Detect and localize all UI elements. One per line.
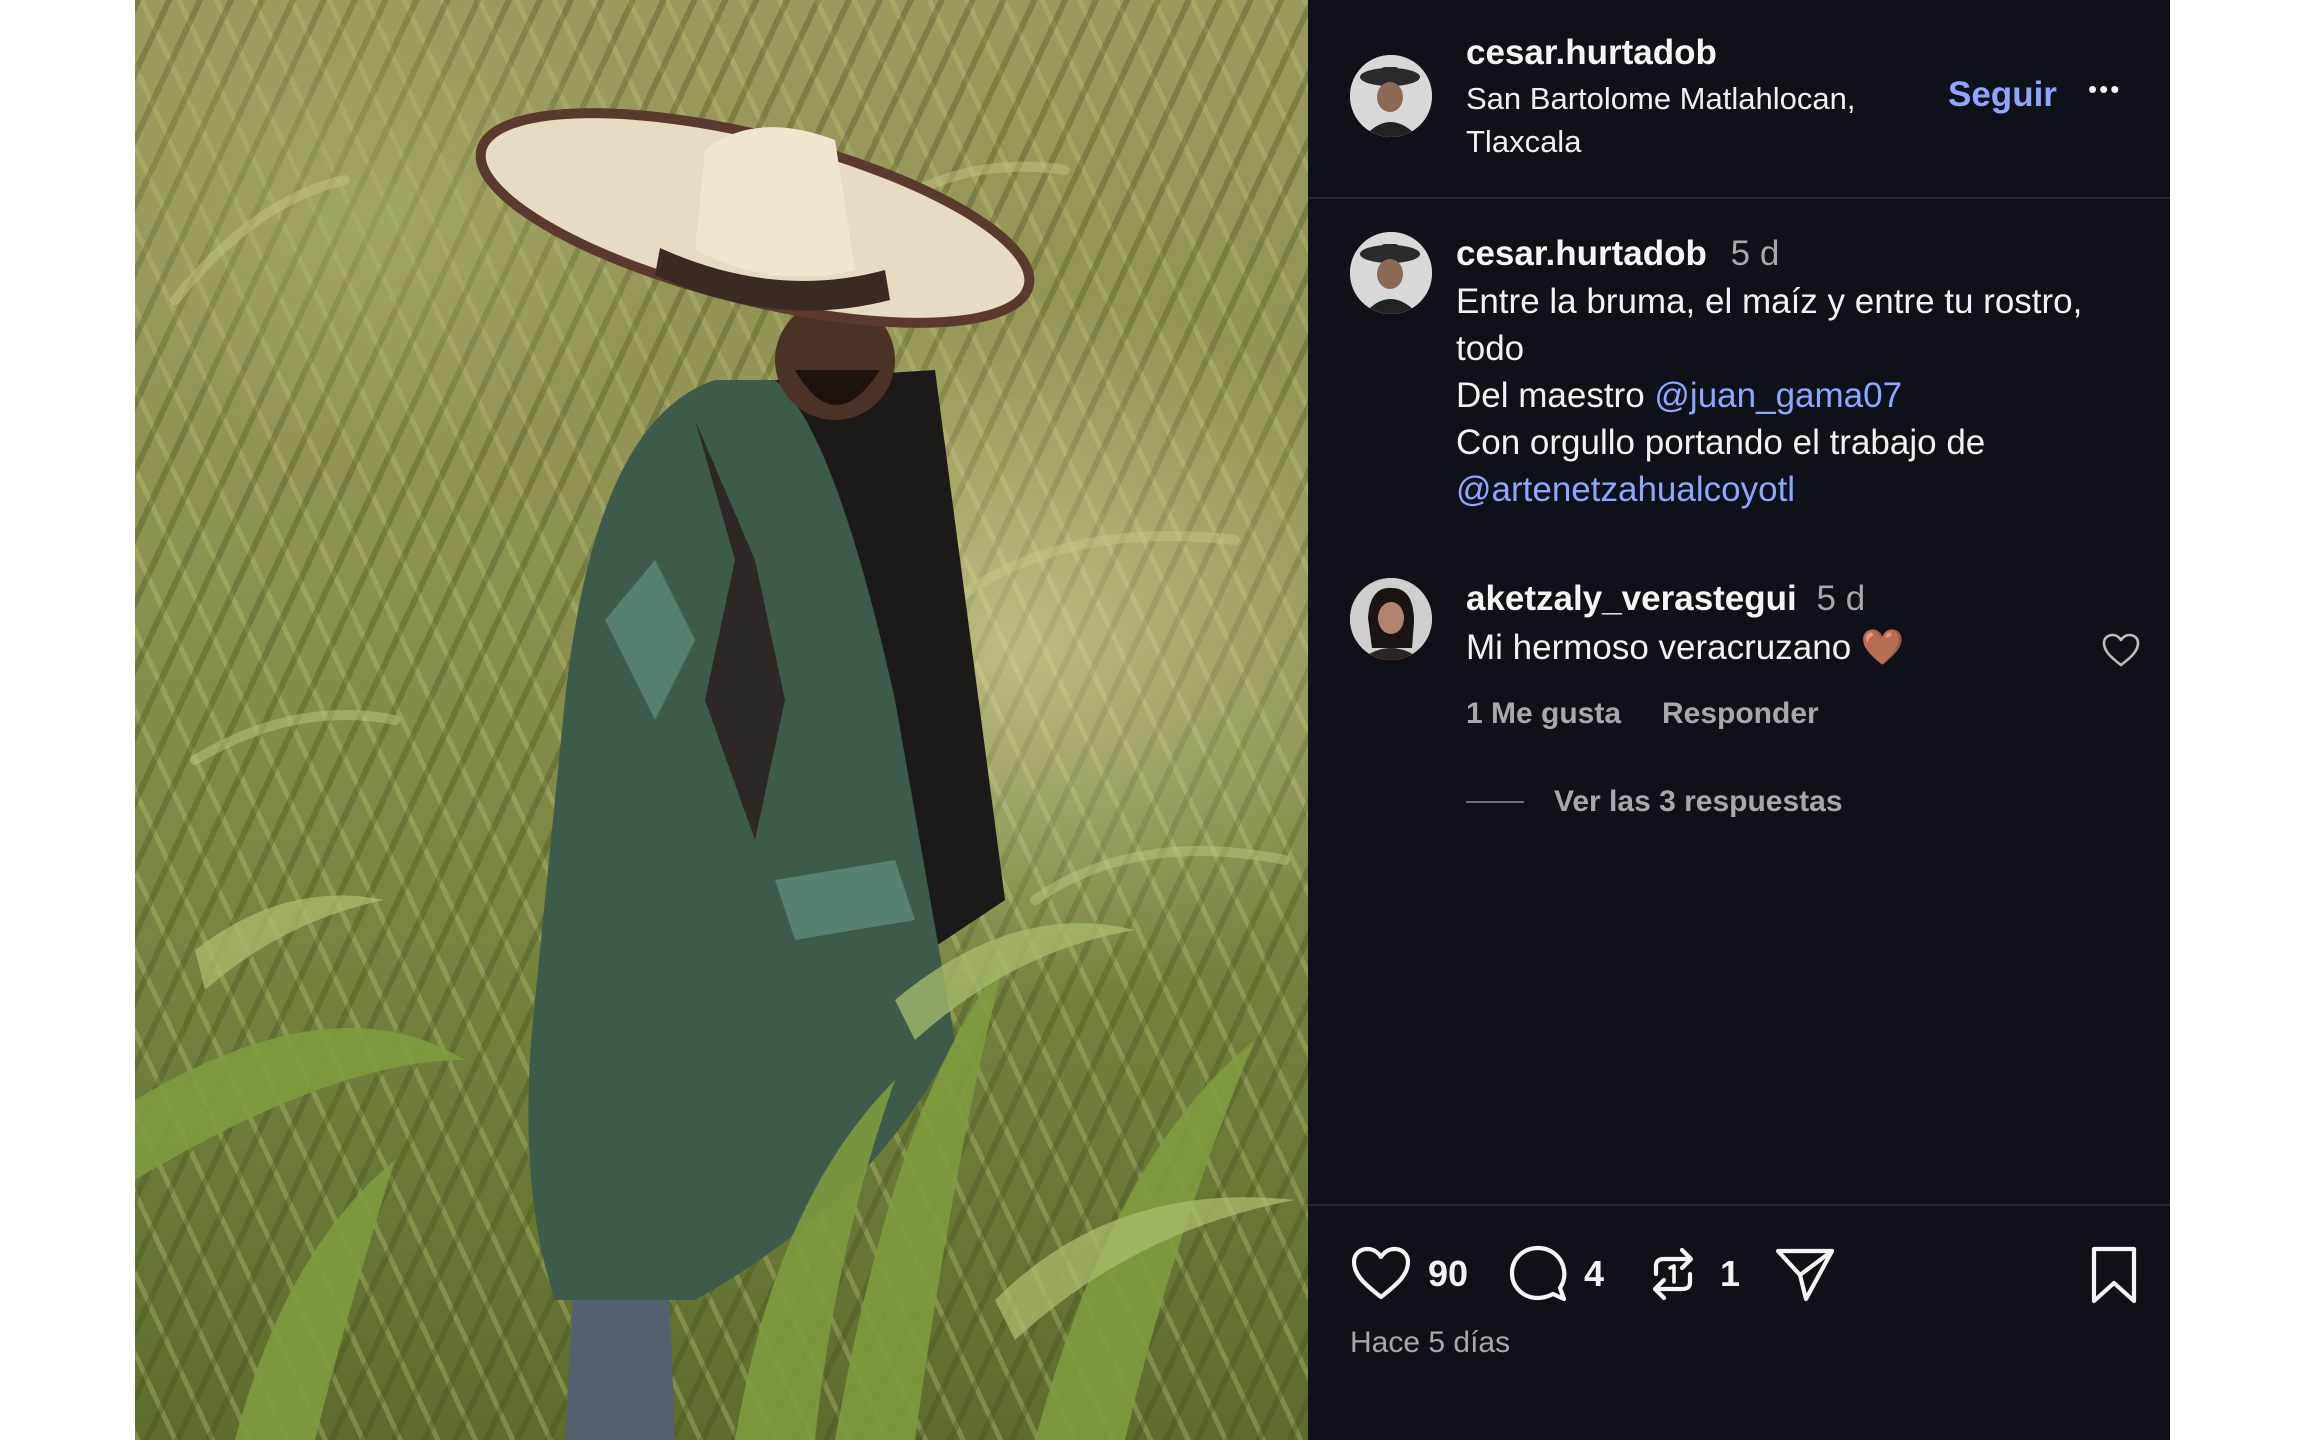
author-avatar-image <box>1350 55 1432 137</box>
comment-bubble-icon <box>1509 1245 1567 1302</box>
photo-illustration <box>135 108 1295 1440</box>
caption-line2: todo <box>1456 329 1525 368</box>
bookmark-icon <box>2091 1246 2137 1304</box>
comment-text: Mi hermoso veracruzano <box>1466 628 1852 667</box>
caption-avatar-image <box>1350 232 1432 314</box>
comment-header: aketzaly_verastegui 5 d <box>1466 579 1865 619</box>
reposts-count: 1 <box>1720 1253 1741 1294</box>
replies-divider-line <box>1466 801 1524 803</box>
author-username[interactable]: cesar.hurtadob <box>1466 33 1717 73</box>
actions-divider <box>1308 1204 2170 1206</box>
brown-heart-emoji: 🤎 <box>1860 628 1905 667</box>
follow-button[interactable]: Seguir <box>1948 75 2057 115</box>
like-button[interactable] <box>1350 1245 1412 1306</box>
more-options-button[interactable]: ••• <box>2088 74 2121 105</box>
send-icon <box>1775 1248 1835 1302</box>
commenter-avatar[interactable] <box>1350 578 1432 660</box>
heart-icon <box>1351 1246 1411 1300</box>
heart-outline-icon <box>2102 633 2140 667</box>
comment-likes-count[interactable]: 1 Me gusta <box>1466 697 1621 731</box>
share-button[interactable] <box>1774 1245 1836 1308</box>
caption-line3: Del maestro @juan_gama07 <box>1456 376 1902 416</box>
post-location-line1[interactable]: San Bartolome Matlahlocan, <box>1466 81 1855 117</box>
author-avatar[interactable] <box>1350 55 1432 137</box>
reply-button[interactable]: Responder <box>1662 697 1819 731</box>
commenter-avatar-image <box>1350 578 1432 660</box>
likes-count: 90 <box>1428 1253 1469 1294</box>
commenter-username[interactable]: aketzaly_verastegui <box>1466 579 1797 618</box>
header-divider <box>1308 197 2170 199</box>
mention-link-juan-gama07[interactable]: @juan_gama07 <box>1654 376 1902 415</box>
repost-icon <box>1652 1247 1694 1301</box>
comment-like-button[interactable] <box>2101 632 2141 673</box>
caption-line4: Con orgullo portando el trabajo de <box>1456 423 1986 462</box>
caption-line3-text: Del maestro <box>1456 376 1655 415</box>
caption-age: 5 d <box>1730 234 1780 273</box>
post-location-line2[interactable]: Tlaxcala <box>1466 124 1581 160</box>
comment-text-line: Mi hermoso veracruzano 🤎 <box>1466 627 1904 668</box>
comments-count: 4 <box>1584 1253 1605 1294</box>
caption-header: cesar.hurtadob 5 d <box>1456 234 1779 274</box>
mention-link-artenetzahualcoyotl[interactable]: @artenetzahualcoyotl <box>1456 470 1795 510</box>
caption-username[interactable]: cesar.hurtadob <box>1456 234 1707 273</box>
caption-line1: Entre la bruma, el maíz y entre tu rostr… <box>1456 282 2083 321</box>
post-photo <box>135 0 1308 1440</box>
save-button[interactable] <box>2088 1245 2140 1310</box>
comment-button[interactable] <box>1508 1244 1568 1309</box>
comment-age: 5 d <box>1816 579 1866 618</box>
caption-avatar[interactable] <box>1350 232 1432 314</box>
view-replies-button[interactable]: Ver las 3 respuestas <box>1554 785 1843 819</box>
post-detail-panel: cesar.hurtadob San Bartolome Matlahlocan… <box>1308 0 2170 1440</box>
repost-button[interactable] <box>1644 1244 1702 1309</box>
post-timestamp: Hace 5 días <box>1350 1326 1511 1359</box>
